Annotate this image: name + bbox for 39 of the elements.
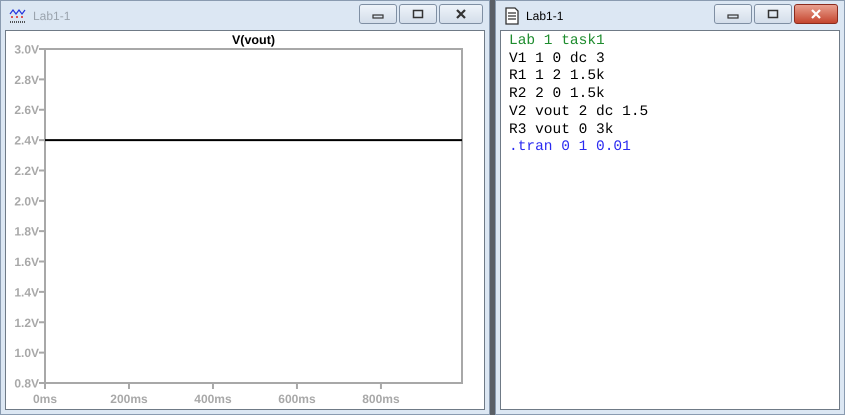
netlist-line: .tran 0 1 0.01: [509, 139, 631, 157]
x-tick-label: 600ms: [278, 392, 316, 406]
minimize-button[interactable]: [714, 4, 752, 24]
y-tick-label: 2.6V: [14, 103, 39, 118]
close-icon: [810, 8, 822, 18]
close-button[interactable]: [439, 4, 483, 24]
netlist-line: R1 1 2 1.5k: [509, 68, 605, 86]
x-tick-label: 400ms: [194, 392, 232, 406]
trace-name: V(vout): [232, 33, 276, 47]
y-tick-label: 1.8V: [14, 224, 39, 239]
y-tick-label: 0.8V: [14, 376, 39, 390]
window-title: Lab1-1: [33, 8, 70, 24]
netlist-line: V1 1 0 dc 3: [509, 50, 605, 68]
close-button[interactable]: [794, 4, 838, 24]
waveform-icon: [9, 8, 27, 24]
maximize-button[interactable]: [399, 4, 437, 24]
maximize-button[interactable]: [754, 4, 792, 24]
y-tick-label: 1.6V: [14, 255, 39, 270]
minimize-button[interactable]: [359, 4, 397, 24]
window-title: Lab1-1: [526, 8, 564, 24]
netlist-line: V2 vout 2 dc 1.5: [509, 104, 648, 122]
x-tick-label: 800ms: [362, 392, 400, 406]
y-tick-label: 2.2V: [14, 164, 39, 178]
y-tick-label: 1.4V: [14, 285, 39, 300]
netlist-line: Lab 1 task1: [509, 33, 605, 51]
y-tick-label: 1.0V: [14, 346, 39, 360]
x-tick-label: 0ms: [32, 392, 58, 406]
y-tick-label: 2.8V: [14, 72, 39, 87]
maximize-icon: [412, 8, 424, 18]
y-tick-label: 2.4V: [14, 134, 39, 148]
y-tick-label: 2.0V: [14, 194, 39, 208]
y-tick-label: 1.2V: [14, 316, 39, 330]
netlist-line: R2 2 0 1.5k: [509, 86, 605, 104]
netlist-line: R3 vout 0 3k: [509, 122, 614, 140]
x-tick-label: 200ms: [110, 392, 148, 406]
y-tick-label: 3.0V: [14, 42, 39, 56]
maximize-icon: [767, 8, 779, 18]
close-icon: [455, 8, 467, 18]
document-icon: [504, 6, 520, 24]
